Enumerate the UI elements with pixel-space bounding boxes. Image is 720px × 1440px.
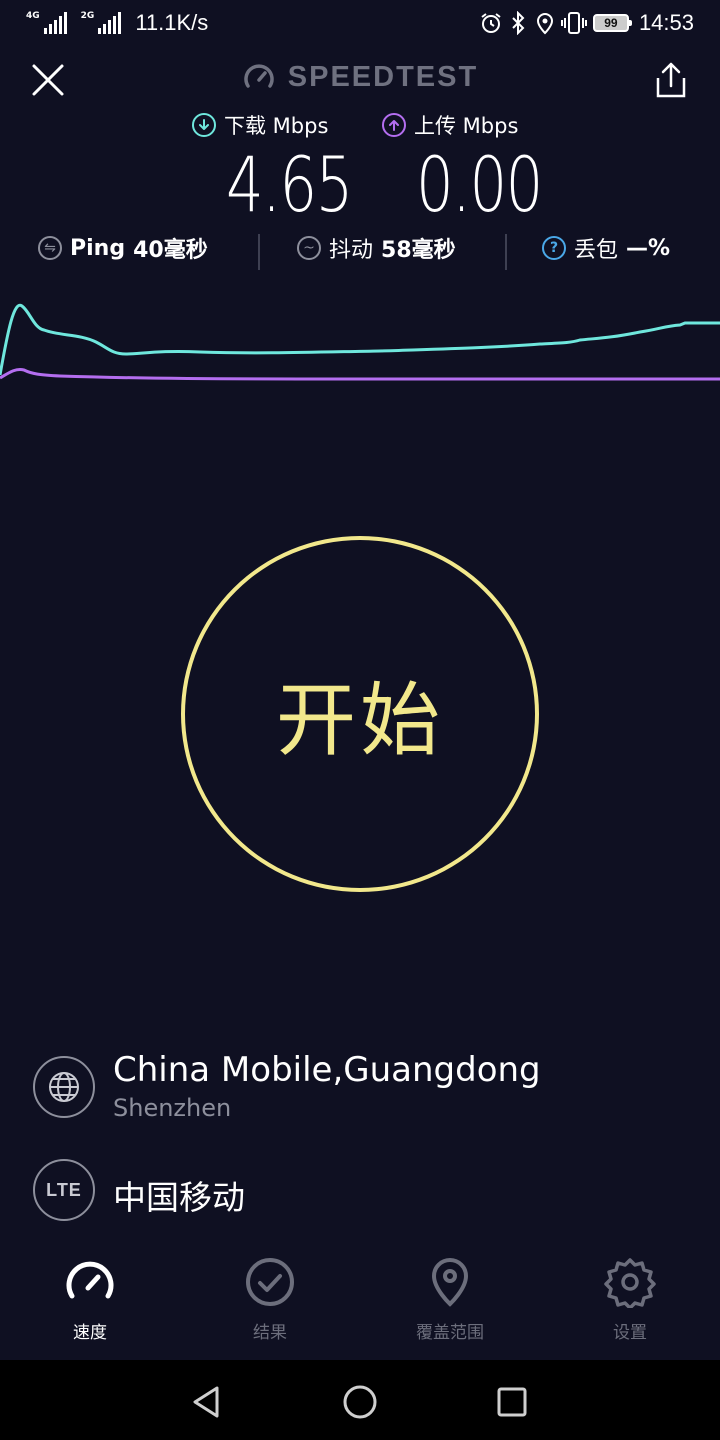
back-button[interactable] [186,1382,226,1422]
tab-coverage[interactable]: 覆盖范围 [360,1256,540,1343]
jitter-label: 抖动 [329,238,374,263]
server-city: Shenzhen [113,1094,232,1122]
system-nav-bar [0,1360,720,1440]
lte-badge: LTE [33,1159,95,1221]
title-text: SPEEDTEST [287,60,479,93]
server-name[interactable]: China Mobile,Guangdong [113,1050,541,1090]
status-bar: 4G 2G 11.1K/s 99 14:53 [0,0,720,50]
upload-value: 0.00 [416,140,543,229]
bluetooth-icon [512,11,525,35]
jitter-value: 58毫秒 [381,238,456,263]
alarm-icon [481,13,501,33]
home-button[interactable] [340,1382,380,1422]
battery-icon: 99 [592,14,632,32]
status-right: 99 14:53 [479,10,694,36]
vibrate-icon [560,12,587,34]
network-type-1: 4G [26,11,40,21]
network-speed: 11.1K/s [135,10,209,35]
speedtest-logo-icon [244,64,274,88]
stat-divider [258,234,260,270]
recents-square-icon [497,1387,527,1417]
upload-arrow-icon [382,113,406,137]
upload-label: 上传 Mbps [382,110,518,140]
lte-badge-text: LTE [46,1179,82,1200]
speedometer-icon [66,1261,114,1299]
tab-bar: 速度 结果 覆盖范围 设置 [0,1256,720,1356]
packet-loss-value: —% [626,235,671,261]
tab-speed-label: 速度 [73,1323,107,1343]
tab-settings[interactable]: 设置 [540,1256,720,1343]
tab-coverage-label: 覆盖范围 [416,1323,484,1343]
stats-row: ⇋ Ping 40毫秒 ~ 抖动 58毫秒 ? 丢包 —% [0,232,720,272]
signal-icon-sim2: 2G [81,12,122,34]
ping-value: 40毫秒 [133,238,208,263]
download-value: 4.65 [226,140,353,229]
tab-results-label: 结果 [253,1323,287,1343]
network-type-2: 2G [80,11,95,21]
globe-icon [49,1072,79,1102]
upload-label-text: 上传 Mbps [414,114,519,138]
jitter-icon: ~ [297,236,321,260]
download-arrow-icon [192,113,216,137]
speed-graph [0,303,720,381]
start-button-label: 开始 [276,674,444,767]
tab-results[interactable]: 结果 [180,1256,360,1343]
map-pin-icon [431,1258,469,1307]
app-title: SPEEDTEST [0,60,720,94]
server-selector[interactable] [33,1056,95,1118]
jitter-stat: ~ 抖动 58毫秒 [297,232,456,264]
download-label: 下载 Mbps [192,110,328,140]
download-label-text: 下载 Mbps [224,114,329,138]
tab-speed[interactable]: 速度 [0,1256,180,1343]
signal-icon-sim1: 4G [26,12,67,34]
download-graph-line [0,303,720,376]
tab-settings-label: 设置 [613,1323,647,1343]
gear-icon [604,1258,656,1308]
share-button[interactable] [652,60,690,100]
back-triangle-icon [193,1386,219,1418]
ping-icon: ⇋ [38,236,62,260]
clock: 14:53 [638,10,694,35]
provider-name: 中国移动 [113,1178,245,1217]
share-icon [656,62,686,98]
stat-divider [505,234,507,270]
status-left: 4G 2G 11.1K/s [26,10,208,36]
location-icon [536,13,553,35]
check-circle-icon [246,1258,294,1306]
packet-loss-stat: ? 丢包 —% [542,232,670,264]
help-icon[interactable]: ? [542,236,566,260]
recents-button[interactable] [492,1382,532,1422]
battery-level: 99 [604,16,618,30]
start-button[interactable]: 开始 [181,536,539,892]
home-circle-icon [343,1385,377,1419]
upload-graph-line [0,368,720,381]
packet-loss-label: 丢包 [574,238,619,263]
ping-stat: ⇋ Ping 40毫秒 [38,232,208,264]
ping-label: Ping [70,235,126,261]
